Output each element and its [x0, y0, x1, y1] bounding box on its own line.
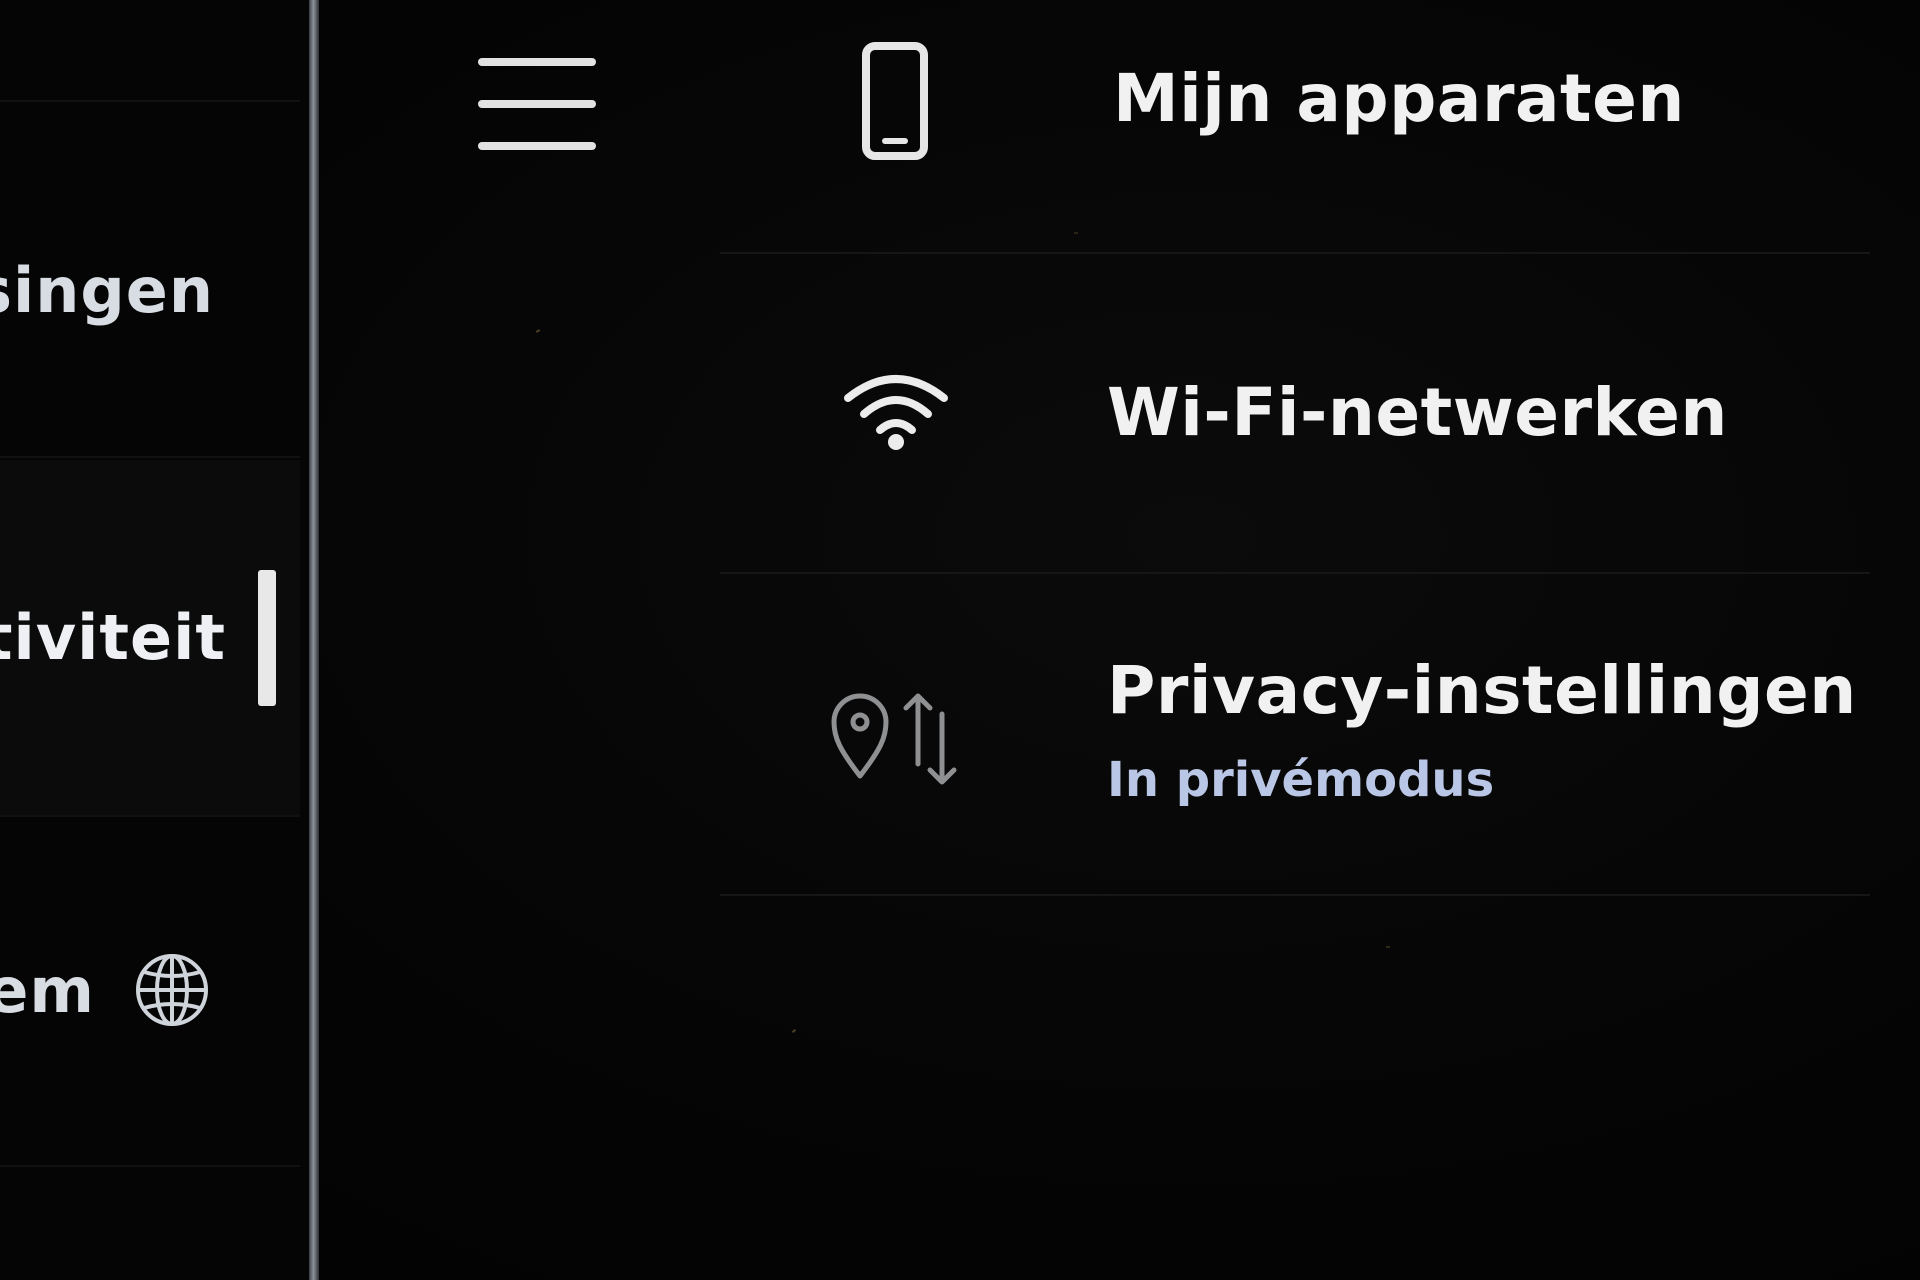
settings-row-wifi-networks[interactable]: Wi-Fi-netwerken	[720, 256, 1870, 572]
sidebar: singen ctiviteit em	[0, 0, 312, 1280]
sidebar-separator	[0, 100, 300, 102]
sidebar-item-label: ctiviteit	[0, 601, 226, 674]
sidebar-item-label: singen	[0, 253, 214, 327]
sidebar-item-label: em	[0, 953, 95, 1027]
sidebar-item-settings[interactable]: singen	[0, 190, 300, 390]
globe-icon	[136, 954, 208, 1026]
dust-speck	[1386, 946, 1390, 948]
row-separator	[720, 572, 1870, 574]
dust-speck	[535, 329, 541, 333]
sidebar-item-activity[interactable]: ctiviteit	[0, 460, 300, 815]
sidebar-item-system[interactable]: em	[0, 890, 300, 1090]
smartphone-icon	[862, 42, 928, 160]
sidebar-separator	[0, 456, 300, 458]
row-title: Wi-Fi-netwerken	[1107, 374, 1728, 451]
location-data-transfer-icon	[831, 693, 957, 785]
settings-row-my-devices[interactable]: Mijn apparaten	[720, 20, 1870, 250]
sidebar-separator	[0, 1165, 300, 1167]
settings-row-privacy-settings[interactable]: Privacy-instellingen In privémodus	[720, 576, 1870, 894]
settings-screen: singen ctiviteit em	[0, 0, 1920, 1280]
row-separator	[720, 894, 1870, 896]
row-separator	[720, 252, 1870, 254]
row-title: Privacy-instellingen	[1107, 652, 1857, 729]
dust-speck	[1074, 232, 1078, 234]
row-title: Mijn apparaten	[1113, 60, 1685, 137]
row-subtitle-privacy-mode: In privémodus	[1107, 752, 1495, 808]
menu-button[interactable]	[470, 50, 604, 160]
wifi-icon	[844, 375, 948, 450]
active-indicator	[258, 570, 276, 706]
dust-speck	[791, 1028, 797, 1034]
sidebar-separator	[0, 815, 300, 817]
sidebar-divider	[309, 0, 319, 1280]
